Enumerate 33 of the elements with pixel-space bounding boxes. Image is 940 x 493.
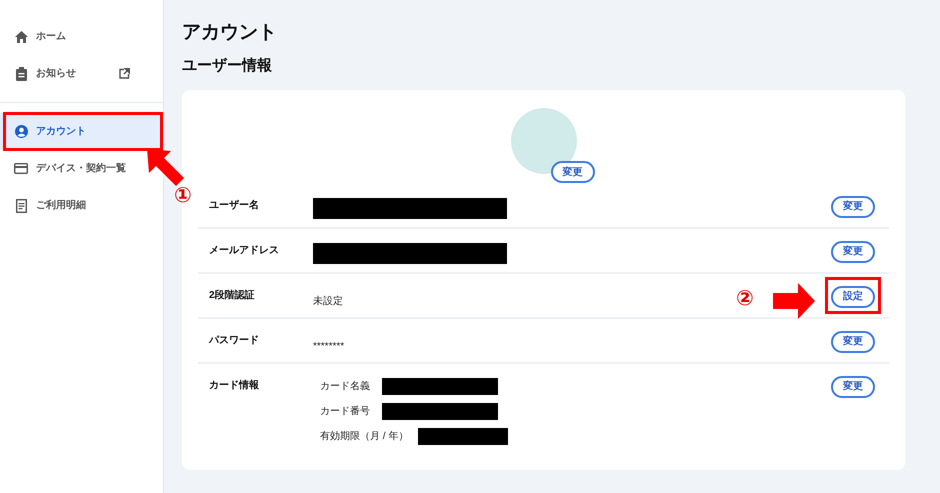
field-label: 2段階認証 (209, 288, 256, 303)
arrow (147, 149, 185, 187)
change-button[interactable]: 変更 (831, 240, 875, 262)
field-label: 有効期限（月 / 年） (320, 430, 408, 444)
arrow (773, 283, 815, 319)
field-label: パスワード (209, 334, 260, 348)
change-button[interactable]: 変更 (831, 376, 875, 398)
field-label: カード情報 (209, 378, 260, 393)
field-value: 未設定 (313, 296, 343, 307)
field-label: ユーザー名 (209, 198, 260, 213)
field-label: カード番号 (320, 404, 371, 419)
user-icon (14, 125, 28, 138)
change-button[interactable]: 変更 (831, 196, 875, 218)
field-label: カード名義 (320, 380, 371, 394)
step-number: ② (736, 286, 754, 310)
section-title: ユーザー情報 (182, 56, 273, 76)
field-label: メールアドレス (209, 244, 280, 258)
change-button[interactable]: 設定 (831, 286, 875, 308)
field-value: ******** (313, 341, 344, 352)
page-title: アカウント (182, 21, 278, 45)
document-icon (16, 198, 26, 212)
change-button[interactable]: 変更 (550, 161, 594, 183)
step-number: ① (174, 183, 192, 207)
sidebar-item[interactable]: アカウント (0, 113, 163, 150)
clipboard-icon (16, 66, 26, 80)
change-button[interactable]: 変更 (831, 330, 875, 352)
sidebar-item[interactable]: デバイス・契約一覧 (0, 150, 146, 187)
credit-card-icon (14, 163, 28, 174)
sidebar-item[interactable]: ホーム (0, 18, 146, 55)
home-icon (14, 30, 28, 42)
sidebar-item[interactable]: ご利用明細 (0, 187, 146, 224)
sidebar-item[interactable]: お知らせ (0, 55, 146, 92)
external-link-icon (119, 68, 130, 79)
